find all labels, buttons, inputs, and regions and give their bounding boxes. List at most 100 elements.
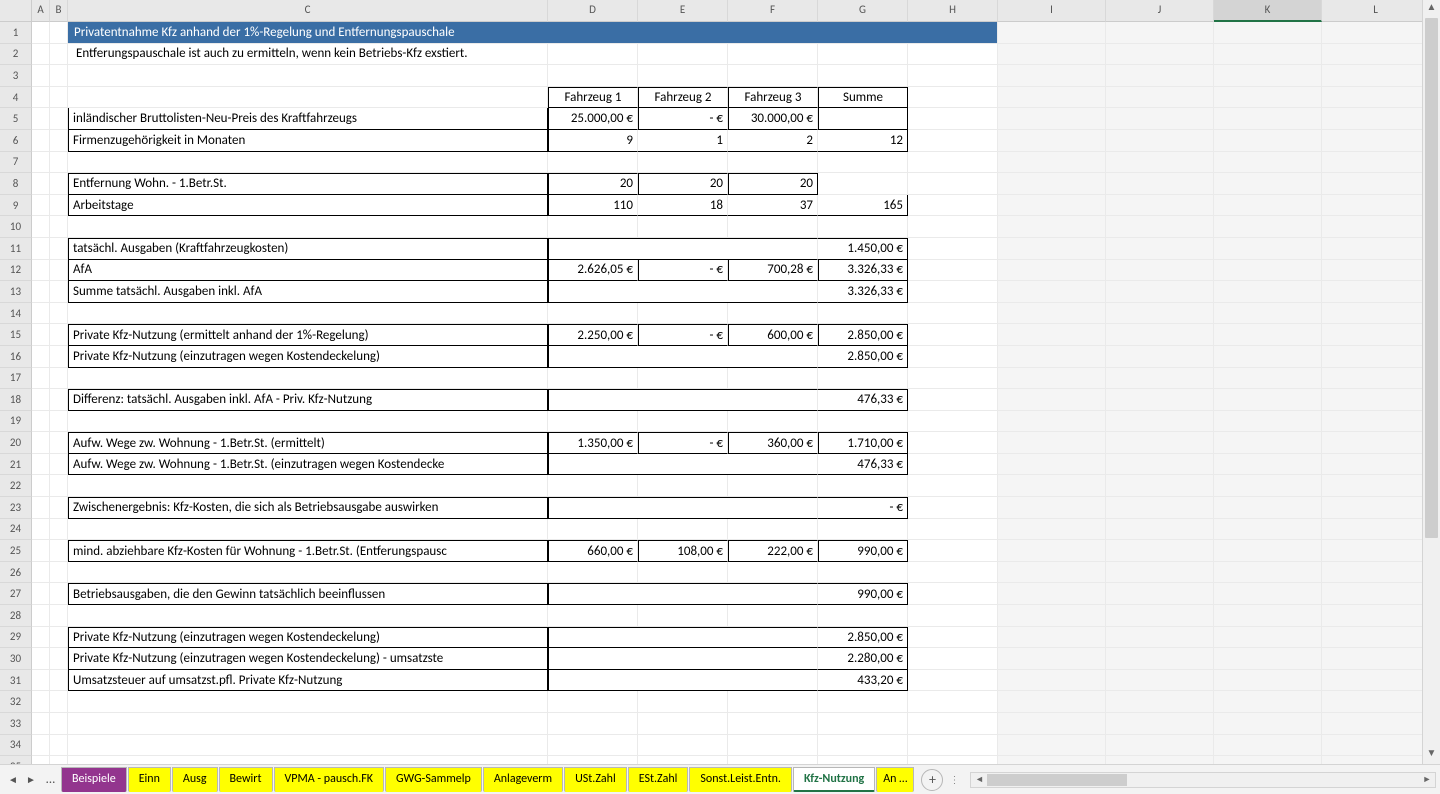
row-header-9[interactable]: 9 bbox=[0, 195, 32, 217]
sheet-tab-est-zahl[interactable]: ESt.Zahl bbox=[628, 767, 689, 792]
row-header-4[interactable]: 4 bbox=[0, 87, 32, 109]
column-header-B[interactable]: B bbox=[50, 0, 68, 22]
tab-nav-right[interactable]: ► bbox=[22, 773, 40, 786]
tab-nav-left[interactable]: ◄ bbox=[4, 773, 22, 786]
row-header-25[interactable]: 25 bbox=[0, 540, 32, 562]
row-header-34[interactable]: 34 bbox=[0, 735, 32, 757]
sheet-tab-beispiele[interactable]: Beispiele bbox=[61, 767, 127, 792]
column-header-L[interactable]: L bbox=[1322, 0, 1430, 22]
row-label[interactable]: Entfernung Wohn. - 1.Betr.St. bbox=[68, 173, 548, 195]
row-header-17[interactable]: 17 bbox=[0, 368, 32, 390]
scroll-left-arrow[interactable]: ◄ bbox=[971, 774, 987, 785]
column-header-J[interactable]: J bbox=[1106, 0, 1214, 22]
row-header-7[interactable]: 7 bbox=[0, 152, 32, 174]
row-header-32[interactable]: 32 bbox=[0, 691, 32, 713]
row-label[interactable]: mind. abziehbare Kfz-Kosten für Wohnung … bbox=[68, 540, 548, 562]
column-header-I[interactable]: I bbox=[998, 0, 1106, 22]
row-header-18[interactable]: 18 bbox=[0, 389, 32, 411]
scroll-v-thumb[interactable] bbox=[1425, 18, 1438, 538]
row-label[interactable]: tatsächl. Ausgaben (Kraftfahrzeugkosten) bbox=[68, 238, 548, 260]
sheet-tab-ust-zahl[interactable]: USt.Zahl bbox=[564, 767, 627, 792]
scroll-right-arrow[interactable]: ► bbox=[1419, 774, 1435, 785]
scroll-v-track[interactable] bbox=[1423, 18, 1440, 746]
row-header-6[interactable]: 6 bbox=[0, 130, 32, 152]
scroll-h-track[interactable] bbox=[987, 773, 1419, 787]
cell-grid[interactable]: Privatentnahme Kfz anhand der 1%-Regelun… bbox=[32, 22, 1440, 764]
row-header-19[interactable]: 19 bbox=[0, 411, 32, 433]
row-header-26[interactable]: 26 bbox=[0, 562, 32, 584]
sheet-tab-vpma---pausch-fk[interactable]: VPMA - pausch.FK bbox=[274, 767, 385, 792]
row-label[interactable]: Aufw. Wege zw. Wohnung - 1.Betr.St. (ein… bbox=[68, 454, 548, 476]
column-header-D[interactable]: D bbox=[548, 0, 638, 22]
row-label[interactable]: Betriebsausgaben, die den Gewinn tatsäch… bbox=[68, 583, 548, 605]
row-header-29[interactable]: 29 bbox=[0, 627, 32, 649]
row-header-33[interactable]: 33 bbox=[0, 713, 32, 735]
column-header-E[interactable]: E bbox=[638, 0, 728, 22]
sheet-tab-bewirt[interactable]: Bewirt bbox=[219, 767, 273, 792]
row-header-23[interactable]: 23 bbox=[0, 497, 32, 519]
row-header-21[interactable]: 21 bbox=[0, 454, 32, 476]
row-label[interactable]: Aufw. Wege zw. Wohnung - 1.Betr.St. (erm… bbox=[68, 432, 548, 454]
row-25: mind. abziehbare Kfz-Kosten für Wohnung … bbox=[32, 540, 1440, 562]
row-header-1[interactable]: 1 bbox=[0, 22, 32, 44]
column-header-A[interactable]: A bbox=[32, 0, 50, 22]
vehicle-header-e[interactable]: Fahrzeug 2 bbox=[638, 87, 728, 109]
row-header-27[interactable]: 27 bbox=[0, 583, 32, 605]
vertical-scrollbar[interactable]: ▲ ▼ bbox=[1422, 0, 1440, 764]
tab-options-icon[interactable]: ⋮ bbox=[949, 773, 960, 786]
sheet-tab-anlageverm[interactable]: Anlageverm bbox=[483, 767, 563, 792]
sheet-tab-ausg[interactable]: Ausg bbox=[172, 767, 218, 792]
row-header-15[interactable]: 15 bbox=[0, 324, 32, 346]
row-label[interactable]: Private Kfz-Nutzung (ermittelt anhand de… bbox=[68, 324, 548, 346]
horizontal-scrollbar[interactable]: ◄ ► bbox=[970, 772, 1436, 788]
row-label[interactable]: AfA bbox=[68, 260, 548, 282]
column-header-G[interactable]: G bbox=[818, 0, 908, 22]
vehicle-header-g[interactable]: Summe bbox=[818, 87, 908, 109]
row-header-28[interactable]: 28 bbox=[0, 605, 32, 627]
row-header-13[interactable]: 13 bbox=[0, 281, 32, 303]
sheet-tab-kfz-nutzung[interactable]: Kfz-Nutzung bbox=[793, 767, 875, 792]
new-sheet-button[interactable]: + bbox=[921, 769, 943, 791]
sheet-tab-einn[interactable]: Einn bbox=[128, 767, 171, 792]
row-header-24[interactable]: 24 bbox=[0, 519, 32, 541]
row-label[interactable]: Firmenzugehörigkeit in Monaten bbox=[68, 130, 548, 152]
row-header-3[interactable]: 3 bbox=[0, 65, 32, 87]
sheet-tab-gwg-sammelp[interactable]: GWG-Sammelp bbox=[385, 767, 482, 792]
row-label[interactable]: Umsatzsteuer auf umsatzst.pfl. Private K… bbox=[68, 670, 548, 692]
scroll-h-thumb[interactable] bbox=[987, 774, 1127, 786]
sheet-tab-sonst-leist-entn-[interactable]: Sonst.Leist.Entn. bbox=[689, 767, 792, 792]
row-label[interactable]: Private Kfz-Nutzung (einzutragen wegen K… bbox=[68, 346, 548, 368]
row-label[interactable]: Private Kfz-Nutzung (einzutragen wegen K… bbox=[68, 648, 548, 670]
row-header-8[interactable]: 8 bbox=[0, 173, 32, 195]
vehicle-header-d[interactable]: Fahrzeug 1 bbox=[548, 87, 638, 109]
select-all-corner[interactable] bbox=[0, 0, 32, 22]
row-label[interactable]: Zwischenergebnis: Kfz-Kosten, die sich a… bbox=[68, 497, 548, 519]
row-header-31[interactable]: 31 bbox=[0, 670, 32, 692]
subtitle-cell[interactable]: Entferungspauschale ist auch zu ermittel… bbox=[68, 44, 548, 66]
column-header-H[interactable]: H bbox=[908, 0, 998, 22]
row-label[interactable]: Private Kfz-Nutzung (einzutragen wegen K… bbox=[68, 627, 548, 649]
sheet-tab-an--[interactable]: An … bbox=[876, 767, 914, 792]
row-header-22[interactable]: 22 bbox=[0, 475, 32, 497]
row-header-5[interactable]: 5 bbox=[0, 108, 32, 130]
row-header-12[interactable]: 12 bbox=[0, 260, 32, 282]
scroll-up-arrow[interactable]: ▲ bbox=[1423, 0, 1440, 18]
row-header-2[interactable]: 2 bbox=[0, 44, 32, 66]
row-label[interactable]: Arbeitstage bbox=[68, 195, 548, 217]
row-label[interactable]: Differenz: tatsächl. Ausgaben inkl. AfA … bbox=[68, 389, 548, 411]
tab-list-ellipsis[interactable]: … bbox=[40, 772, 61, 787]
row-label[interactable]: Summe tatsächl. Ausgaben inkl. AfA bbox=[68, 281, 548, 303]
column-header-F[interactable]: F bbox=[728, 0, 818, 22]
vehicle-header-f[interactable]: Fahrzeug 3 bbox=[728, 87, 818, 109]
row-header-30[interactable]: 30 bbox=[0, 648, 32, 670]
row-label[interactable]: inländischer Bruttolisten-Neu-Preis des … bbox=[68, 108, 548, 130]
scroll-down-arrow[interactable]: ▼ bbox=[1423, 746, 1440, 764]
row-header-10[interactable]: 10 bbox=[0, 216, 32, 238]
column-header-K[interactable]: K bbox=[1214, 0, 1322, 22]
row-header-14[interactable]: 14 bbox=[0, 303, 32, 325]
row-header-20[interactable]: 20 bbox=[0, 432, 32, 454]
row-header-16[interactable]: 16 bbox=[0, 346, 32, 368]
title-cell[interactable]: Privatentnahme Kfz anhand der 1%-Regelun… bbox=[68, 22, 998, 44]
row-header-11[interactable]: 11 bbox=[0, 238, 32, 260]
column-header-C[interactable]: C bbox=[68, 0, 548, 22]
